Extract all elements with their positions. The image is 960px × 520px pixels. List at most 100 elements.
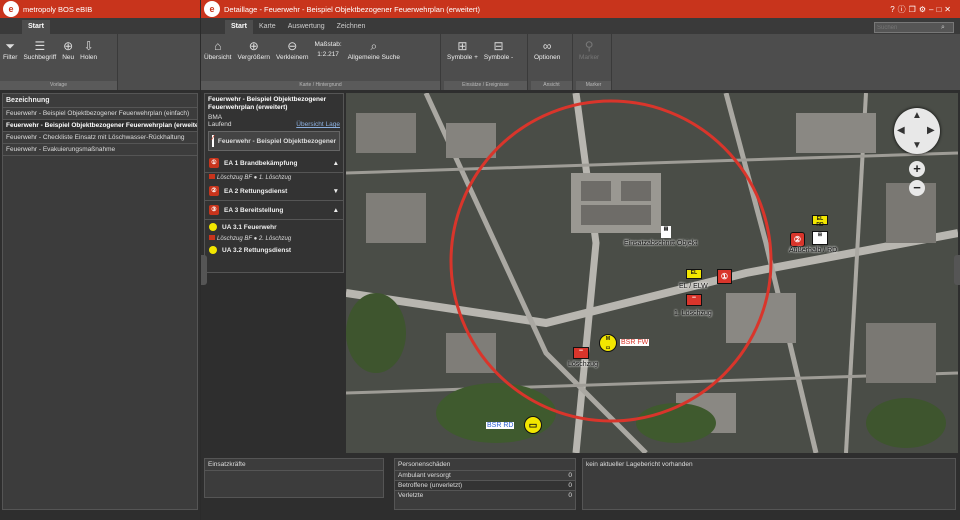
incident-type: BMA: [208, 114, 223, 121]
holen-button[interactable]: ⇩ Holen: [77, 38, 100, 61]
import-icon: ⇩: [83, 39, 94, 53]
marker-button[interactable]: ⚲ Marker: [576, 38, 602, 61]
zoom-out-icon: ⊖: [287, 39, 298, 53]
symbole-plus-button[interactable]: ⊞ Symbole +: [444, 38, 481, 61]
object-document-icon[interactable]: ▤: [661, 226, 671, 238]
search-box[interactable]: ⌕: [874, 22, 954, 33]
lagebericht-text: kein aktueller Lagebericht vorhanden: [586, 461, 693, 468]
loeschzug-1-symbol[interactable]: ═: [686, 294, 702, 306]
map-zoom-out-button[interactable]: −: [909, 180, 925, 196]
m-symbol[interactable]: M ▭: [599, 334, 617, 352]
list-icon: ☰: [34, 39, 46, 53]
unit-loeschzug-1[interactable]: Löschzug BF ● 1. Löschzug: [205, 173, 343, 182]
personenschaeden-panel: Personenschäden Ambulant versorgt 0 Betro…: [394, 458, 576, 510]
collapse-icon[interactable]: ▲: [333, 160, 339, 167]
suchbegriff-button[interactable]: ☰ Suchbegriff: [20, 38, 59, 61]
verkleinern-button[interactable]: ⊖ Verkleinern: [273, 38, 312, 61]
uebersicht-button[interactable]: ⌂ Übersicht: [201, 38, 234, 61]
vergroessern-button[interactable]: ⊕ Vergrößern: [234, 38, 273, 61]
search-icon: ⌕: [370, 39, 378, 53]
table-row: Verletzte 0: [395, 490, 575, 500]
tab-zeichnen[interactable]: Zeichnen: [331, 20, 372, 34]
section-ea3[interactable]: ③ EA 3 Bereitstellung ▲: [205, 201, 343, 220]
list-item-selected[interactable]: Feuerwehr - Beispiel Objektbezogener Feu…: [3, 119, 197, 131]
ua-icon: [209, 246, 217, 254]
pin-icon: ⚲: [584, 39, 594, 53]
tab-start-left[interactable]: Start: [22, 20, 50, 34]
search-input[interactable]: [875, 24, 941, 31]
group-karte: ⌂ Übersicht ⊕ Vergrößern ⊖ Verkleinern Maßs…: [201, 34, 441, 90]
tab-auswertung[interactable]: Auswertung: [282, 20, 331, 34]
window-controls: ?ⓘ❐⚙–□✕: [890, 4, 954, 15]
group-einsaetze: ⊞ Symbole + ⊟ Symbole - Einsätze / Ereigni…: [444, 34, 528, 90]
neu-button[interactable]: ⊕ Neu: [59, 38, 77, 61]
left-window-title: metropoly BOS eBIB: [23, 4, 93, 14]
el-rd-flag[interactable]: EL RD: [812, 215, 828, 228]
scale-display: Maßstab: 1:2.217: [314, 41, 342, 58]
group-ansicht: ∞ Optionen Ansicht: [531, 34, 573, 90]
pan-left-icon[interactable]: ◀: [897, 125, 905, 136]
symbole-minus-button[interactable]: ⊟ Symbole -: [481, 38, 516, 61]
template-list: Bezeichnung Feuerwehr - Beispiel Objektb…: [2, 93, 198, 510]
filter-button[interactable]: ⏷ Filter: [0, 38, 20, 61]
app-logo: e: [204, 1, 220, 17]
rd-grid-symbol[interactable]: ⊞: [812, 231, 828, 245]
einsatzkraefte-panel: Einsatzkräfte: [204, 458, 384, 498]
pan-down-icon[interactable]: ▼: [912, 140, 922, 151]
restore-icon[interactable]: ❐: [909, 5, 919, 14]
section-ua31[interactable]: UA 3.1 Feuerwehr: [205, 220, 343, 234]
loeschzug-2-symbol[interactable]: ═: [573, 347, 589, 359]
map-label-objekt: Einsatzabschnitt Objekt: [624, 240, 698, 247]
list-item[interactable]: Feuerwehr - Beispiel Objektbezogener Feu…: [3, 107, 197, 119]
app-logo: e: [3, 1, 19, 17]
group-label-marker: Marker: [576, 81, 611, 90]
group-label-karte: Karte / Hintergrund: [201, 81, 440, 90]
settings-icon[interactable]: ⚙: [919, 5, 929, 14]
splitter-handle[interactable]: [201, 255, 207, 285]
bsr-rd-symbol[interactable]: ▭: [524, 416, 542, 434]
map-zoom-in-button[interactable]: +: [909, 161, 925, 177]
list-header[interactable]: Bezeichnung: [3, 94, 197, 107]
right-splitter-handle[interactable]: [954, 255, 960, 285]
minus-box-icon: ⊟: [493, 39, 504, 53]
ea-icon: ①: [209, 158, 219, 168]
close-icon[interactable]: ✕: [944, 5, 954, 14]
table-row: Betroffene (unverletzt) 0: [395, 480, 575, 490]
incident-card[interactable]: ⁄ Feuerwehr - Beispiel Objektbezogener: [208, 131, 340, 151]
tab-karte[interactable]: Karte: [253, 20, 282, 34]
unit-loeschzug-2[interactable]: Löschzug BF ● 2. Löschzug: [205, 234, 343, 243]
group-marker: ⚲ Marker Marker: [576, 34, 612, 90]
glasses-icon: ∞: [542, 39, 552, 53]
pan-right-icon[interactable]: ▶: [927, 125, 935, 136]
search-icon[interactable]: ⌕: [941, 24, 945, 32]
map-label-bsr-rd: BSR RD: [486, 422, 515, 429]
help-icon[interactable]: ?: [890, 5, 897, 14]
overview-link[interactable]: Übersicht Lage: [296, 121, 340, 128]
section-ua32[interactable]: UA 3.2 Rettungsdienst: [205, 243, 343, 257]
tab-start[interactable]: Start: [225, 20, 253, 34]
ea2-symbol[interactable]: ②: [790, 232, 805, 247]
collapse-icon[interactable]: ▲: [333, 207, 339, 214]
section-ea1[interactable]: ① EA 1 Brandbekämpfung ▲: [205, 154, 343, 173]
list-item[interactable]: Feuerwehr - Checkliste Einsatz mit Lösch…: [3, 131, 197, 143]
pan-up-icon[interactable]: ▲: [912, 110, 922, 121]
info-icon[interactable]: ⓘ: [898, 5, 909, 14]
incident-status: Laufend: [208, 121, 232, 128]
list-item[interactable]: Feuerwehr - Evakuierungsmaßnahme: [3, 143, 197, 156]
expand-icon[interactable]: ▼: [333, 188, 339, 195]
einsatzkraefte-title: Einsatzkräfte: [205, 459, 383, 471]
allgemeine-suche-button[interactable]: ⌕ Allgemeine Suche: [345, 38, 403, 61]
ea1-symbol[interactable]: ①: [717, 269, 732, 284]
map-background: [346, 93, 958, 453]
map-view[interactable]: ▤ Einsatzabschnitt Objekt EL ① EL / ELW …: [346, 93, 958, 453]
optionen-button[interactable]: ∞ Optionen: [531, 38, 563, 61]
lagebericht-panel: kein aktueller Lagebericht vorhanden: [582, 458, 956, 510]
incident-panel: Feuerwehr - Beispiel Objektbezogener Feu…: [204, 93, 344, 273]
el-flag[interactable]: EL: [686, 269, 702, 279]
home-icon: ⌂: [214, 39, 222, 53]
section-ea2[interactable]: ② EA 2 Rettungsdienst ▼: [205, 182, 343, 201]
zoom-in-icon: ⊕: [248, 39, 259, 53]
map-label-el-elw: EL / ELW: [679, 283, 708, 290]
map-label-1-loeschzug: 1. Löschzug: [674, 310, 712, 317]
pan-control[interactable]: ▲ ▼ ◀ ▶: [894, 108, 940, 154]
